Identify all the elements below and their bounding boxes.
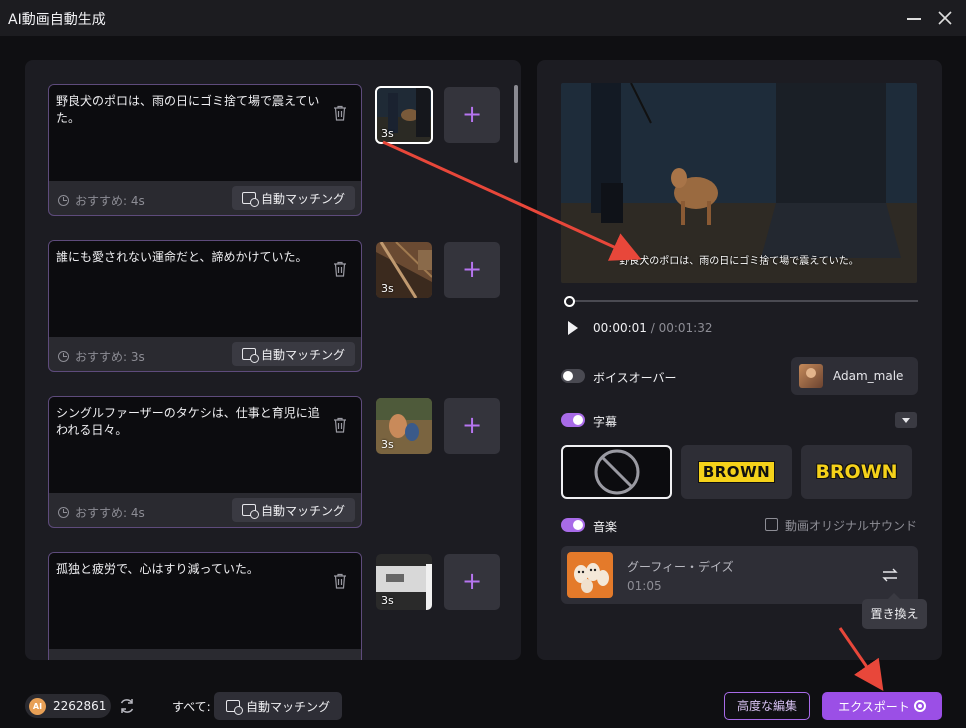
auto-match-label: 自動マッチング — [260, 347, 345, 362]
trash-icon[interactable] — [333, 261, 347, 277]
scene-card: 野良犬のポロは、雨の日にゴミ捨て場で震えていた。 おすすめ: 4s 自動マッチン… — [48, 84, 362, 216]
image-match-icon — [241, 192, 259, 207]
recommended-duration: おすすめ: 4s — [58, 504, 145, 521]
chevron-down-icon[interactable] — [895, 412, 917, 428]
image-match-icon — [241, 348, 259, 363]
credit-balance: AI 2262861 — [25, 694, 111, 718]
auto-match-button[interactable]: 自動マッチング — [231, 342, 355, 366]
scene-thumbnail[interactable]: 3s — [375, 86, 433, 144]
original-sound-label: 動画オリジナルサウンド — [785, 519, 918, 533]
preview-subtitle: 野良犬のポロは、雨の日にゴミ捨て場で震えていた。 — [619, 256, 859, 267]
credit-amount: 2262861 — [53, 699, 107, 713]
auto-match-all-button[interactable]: 自動マッチング — [214, 692, 343, 720]
image-match-icon — [226, 700, 243, 715]
no-style-icon — [594, 449, 639, 495]
replace-tooltip: 置き換え — [862, 593, 927, 629]
gear-icon — [913, 700, 926, 712]
scene-text-input[interactable]: シングルファーザーのタケシは、仕事と育児に追われる日々。 — [49, 397, 361, 493]
trash-icon[interactable] — [333, 105, 347, 121]
playback-progress-knob[interactable] — [564, 296, 575, 307]
export-button[interactable]: エクスポート — [822, 692, 942, 720]
thumbnail-duration: 3s — [381, 438, 394, 451]
thumbnail-duration: 3s — [381, 282, 394, 295]
music-title: グーフィー・デイズ — [627, 560, 734, 574]
add-media-button[interactable]: + — [444, 398, 500, 454]
current-time: 00:00:01 — [593, 321, 647, 335]
playback-time: 00:00:01 / 00:01:32 — [593, 321, 713, 335]
voice-select-button[interactable]: Adam_male — [791, 357, 918, 395]
scene-text-input[interactable]: 野良犬のポロは、雨の日にゴミ捨て場で震えていた。 — [49, 85, 361, 181]
window-title: AI動画自動生成 — [8, 12, 106, 28]
ai-credit-icon: AI — [29, 697, 46, 715]
music-cover — [567, 552, 613, 598]
voice-name: Adam_male — [833, 369, 904, 383]
scene-thumbnail[interactable]: 3s — [376, 242, 432, 298]
title-bar: AI動画自動生成 — [0, 0, 966, 36]
play-icon[interactable] — [568, 321, 578, 335]
music-toggle[interactable] — [561, 518, 585, 532]
scene-list-scrollbar[interactable] — [514, 85, 518, 163]
export-label: エクスポート — [838, 699, 910, 714]
trash-icon[interactable] — [333, 417, 347, 433]
auto-match-label: 自動マッチング — [260, 191, 345, 206]
trash-icon[interactable] — [333, 573, 347, 589]
auto-match-button[interactable]: 自動マッチング — [231, 498, 355, 522]
minimize-icon[interactable] — [903, 7, 925, 29]
subtitle-style-brown-outline[interactable]: BROWN — [801, 445, 912, 499]
scene-card: 誰にも愛されない運命だと、諦めかけていた。 おすすめ: 3s 自動マッチング — [48, 240, 362, 372]
add-media-button[interactable]: + — [444, 554, 500, 610]
refresh-icon[interactable] — [118, 697, 136, 715]
scene-card: シングルファーザーのタケシは、仕事と育児に追われる日々。 おすすめ: 4s 自動… — [48, 396, 362, 528]
subtitle-style-brown-boxed[interactable]: BROWN — [681, 445, 792, 499]
scene-thumbnail[interactable]: 3s — [376, 398, 432, 454]
thumbnail-duration: 3s — [381, 594, 394, 607]
playback-progress-track[interactable] — [566, 300, 918, 302]
music-label: 音楽 — [593, 520, 618, 534]
auto-match-label: 自動マッチング — [260, 503, 345, 518]
original-sound-checkbox[interactable] — [765, 518, 778, 531]
thumbnail-duration: 3s — [381, 127, 394, 140]
subtitle-style-none[interactable] — [561, 445, 672, 499]
close-icon[interactable] — [934, 7, 956, 29]
image-match-icon — [241, 504, 259, 519]
recommended-duration-text: おすすめ: 4s — [75, 194, 145, 208]
video-preview[interactable]: 野良犬のポロは、雨の日にゴミ捨て場で震えていた。 — [561, 83, 917, 283]
subtitle-style-sample: BROWN — [815, 461, 898, 483]
voiceover-label: ボイスオーバー — [593, 371, 677, 385]
voice-avatar — [799, 364, 823, 388]
scene-thumbnail[interactable]: 3s — [376, 554, 432, 610]
auto-match-button[interactable]: 自動マッチング — [231, 186, 355, 210]
subtitle-style-sample: BROWN — [697, 461, 776, 483]
scene-text-input[interactable]: 孤独と疲労で、心はすり減っていた。 — [49, 553, 361, 649]
panel-bottom-mask — [25, 660, 521, 683]
advanced-edit-button[interactable]: 高度な編集 — [724, 692, 810, 720]
auto-match-all-label: 自動マッチング — [246, 699, 331, 714]
all-label: すべて: — [172, 700, 211, 714]
add-media-button[interactable]: + — [444, 87, 500, 143]
subtitle-toggle[interactable] — [561, 413, 585, 427]
clock-icon — [58, 195, 69, 206]
music-duration: 01:05 — [627, 579, 662, 593]
voiceover-toggle[interactable] — [561, 369, 585, 383]
recommended-duration-text: おすすめ: 3s — [75, 350, 145, 364]
subtitle-label: 字幕 — [593, 415, 618, 429]
clock-icon — [58, 351, 69, 362]
recommended-duration: おすすめ: 4s — [58, 192, 145, 209]
recommended-duration-text: おすすめ: 4s — [75, 506, 145, 520]
add-media-button[interactable]: + — [444, 242, 500, 298]
clock-icon — [58, 507, 69, 518]
scene-text-input[interactable]: 誰にも愛されない運命だと、諦めかけていた。 — [49, 241, 361, 337]
music-track-card[interactable]: グーフィー・デイズ 01:05 — [561, 546, 918, 604]
replace-icon[interactable] — [882, 568, 898, 582]
total-time: / 00:01:32 — [650, 321, 713, 335]
recommended-duration: おすすめ: 3s — [58, 348, 145, 365]
